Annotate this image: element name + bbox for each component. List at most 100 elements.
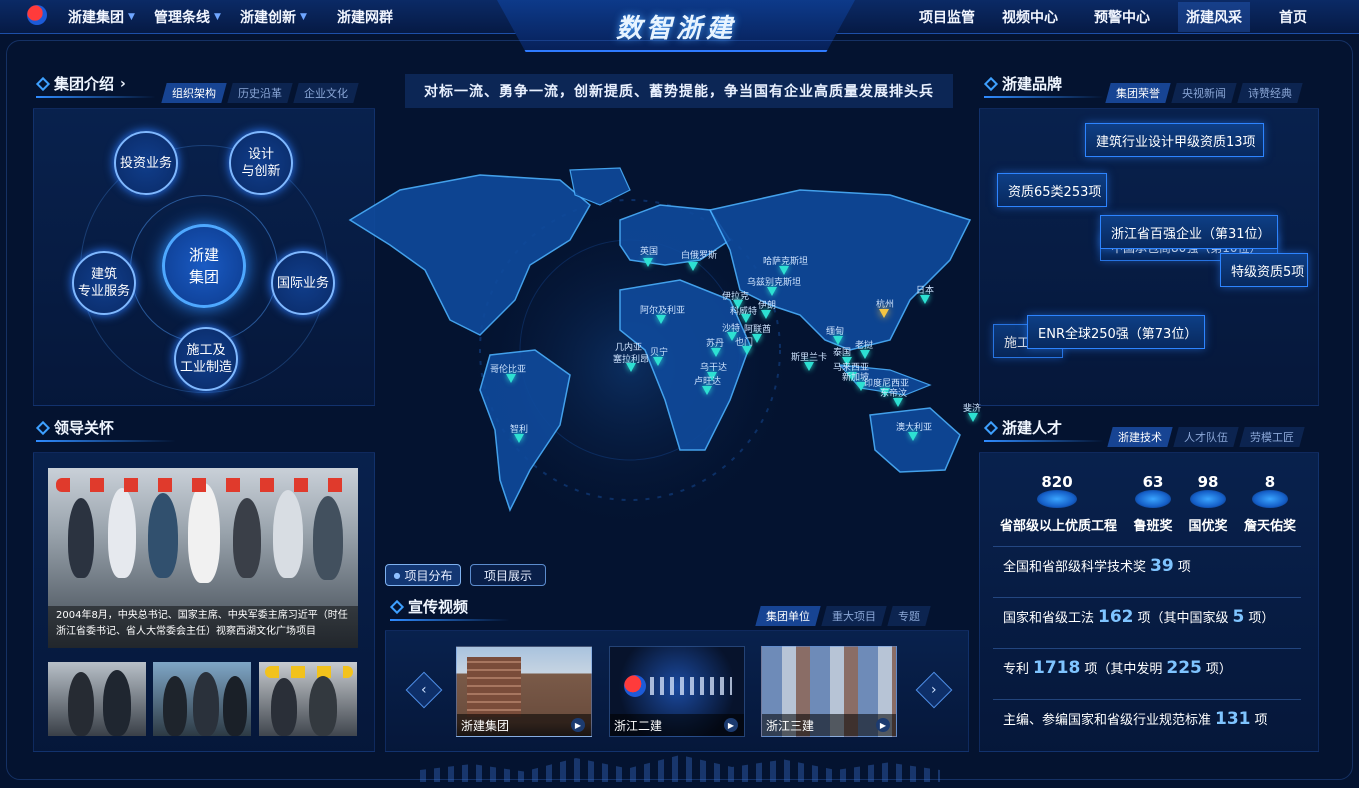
section-underline xyxy=(36,440,176,442)
leadership-title: 领导关怀 xyxy=(35,417,114,438)
nav-item-3[interactable]: 浙建网群 xyxy=(337,6,393,28)
diamond-icon xyxy=(389,599,405,614)
org-node-international[interactable]: 国际业务 xyxy=(271,251,335,315)
section-underline xyxy=(984,96,1104,98)
video-card[interactable]: 浙江二建 ▶ xyxy=(609,646,745,737)
leadership-caption: 2004年8月，中央总书记、国家主席、中央军委主席习近平（时任浙江省委书记、省人… xyxy=(48,606,358,648)
map-pin[interactable] xyxy=(968,413,978,422)
map-pin[interactable] xyxy=(779,266,789,275)
org-node-professional[interactable]: 建筑 专业服务 xyxy=(72,251,136,315)
map-pin[interactable] xyxy=(626,363,636,372)
chevron-right-icon[interactable]: › xyxy=(120,76,126,92)
map-pin[interactable] xyxy=(893,398,903,407)
brand-tag[interactable]: ENR全球250强（第73位） xyxy=(1027,315,1205,349)
brand-tag[interactable]: 建筑行业设计甲级资质13项 xyxy=(1085,123,1264,157)
award-value: 8 xyxy=(1264,473,1276,491)
person-shape xyxy=(188,483,220,583)
section-underline xyxy=(984,440,1104,442)
map-pin[interactable] xyxy=(761,310,771,319)
person-shape xyxy=(233,498,261,578)
bottom-skyline xyxy=(420,755,940,782)
map-pin[interactable] xyxy=(653,357,663,366)
tab-history[interactable]: 历史沿革 xyxy=(227,83,293,103)
map-pin[interactable] xyxy=(702,386,712,395)
slogan-banner: 对标一流、勇争一流，创新提质、蓄势提能，争当国有企业高质量发展排头兵 xyxy=(405,74,953,108)
nav-item-home[interactable]: 首页 xyxy=(1279,6,1307,28)
map-pin[interactable] xyxy=(711,348,721,357)
map-pin[interactable] xyxy=(514,434,524,443)
play-icon[interactable]: ▶ xyxy=(724,718,738,732)
map-pin[interactable] xyxy=(920,295,930,304)
leadership-thumb-1[interactable] xyxy=(48,662,146,736)
leadership-thumb-2[interactable] xyxy=(153,662,251,736)
tab-talent-team[interactable]: 人才队伍 xyxy=(1173,427,1239,447)
page-title: 数智浙建 xyxy=(615,14,736,44)
person-shape xyxy=(68,672,94,736)
tab-craftsmen[interactable]: 劳模工匠 xyxy=(1239,427,1305,447)
diamond-icon xyxy=(35,420,51,435)
project-showcase-button[interactable]: 项目展示 xyxy=(470,564,546,586)
map-pin[interactable] xyxy=(767,287,777,296)
nav-item-0[interactable]: 浙建集团 ▼ xyxy=(68,6,135,28)
nav-item-warning[interactable]: 预警中心 xyxy=(1094,6,1150,28)
promo-video-tabs: 集团单位 重大项目 专题 xyxy=(755,606,931,626)
tab-topics[interactable]: 专题 xyxy=(887,606,931,626)
brand-tabs: 集团荣誉 央视新闻 诗赞经典 xyxy=(1105,83,1303,103)
project-distribution-button[interactable]: ● 项目分布 xyxy=(385,564,461,586)
diamond-icon xyxy=(983,76,999,91)
org-node-investment[interactable]: 投资业务 xyxy=(114,131,178,195)
map-pin[interactable] xyxy=(506,374,516,383)
org-center-node[interactable]: 浙建 集团 xyxy=(162,224,246,308)
chevron-right-icon: › xyxy=(931,681,937,698)
stat-row: 专利 1718 项（其中发明 225 项） xyxy=(993,648,1301,686)
award-pedestal xyxy=(1190,490,1226,508)
brand-tag[interactable]: 资质65类253项 xyxy=(997,173,1107,207)
map-pin-hq[interactable] xyxy=(879,309,889,318)
tab-major-projects[interactable]: 重大项目 xyxy=(821,606,887,626)
section-underline xyxy=(36,96,156,98)
map-pin[interactable] xyxy=(860,350,870,359)
play-icon[interactable]: ▶ xyxy=(571,718,585,732)
map-pin[interactable] xyxy=(688,262,698,271)
person-shape xyxy=(103,670,131,736)
video-card[interactable]: 浙江三建 ▶ xyxy=(761,646,897,737)
video-card[interactable]: 浙建集团 ▶ xyxy=(456,646,592,737)
nav-item-1[interactable]: 管理条线 ▼ xyxy=(154,6,221,28)
leadership-thumb-3[interactable] xyxy=(259,662,357,736)
nav-item-video[interactable]: 视频中心 xyxy=(1002,6,1058,28)
tab-org[interactable]: 组织架构 xyxy=(161,83,227,103)
map-pin[interactable] xyxy=(752,334,762,343)
tab-cctv-news[interactable]: 央视新闻 xyxy=(1171,83,1237,103)
nav-item-style[interactable]: 浙建风采 xyxy=(1178,2,1250,32)
tab-tech[interactable]: 浙建技术 xyxy=(1107,427,1173,447)
hard-hat-shape xyxy=(56,478,356,492)
world-map xyxy=(348,167,972,520)
video-label: 浙建集团 xyxy=(461,718,510,733)
tab-group-units[interactable]: 集团单位 xyxy=(755,606,821,626)
tab-culture[interactable]: 企业文化 xyxy=(293,83,359,103)
map-pin[interactable] xyxy=(833,336,843,345)
brand-tag[interactable]: 特级资质5项 xyxy=(1220,253,1308,287)
map-pin[interactable] xyxy=(656,315,666,324)
person-shape xyxy=(223,676,247,736)
award-pedestal xyxy=(1037,490,1077,508)
brand-tag[interactable]: 浙江省百强企业（第31位） xyxy=(1100,215,1278,249)
person-shape xyxy=(193,672,219,736)
nav-item-monitor[interactable]: 项目监管 xyxy=(919,6,975,28)
nav-item-2[interactable]: 浙建创新 ▼ xyxy=(240,6,307,28)
map-pin[interactable] xyxy=(643,258,653,267)
org-node-construction[interactable]: 施工及 工业制造 xyxy=(174,327,238,391)
section-underline xyxy=(390,619,510,621)
map-pin[interactable] xyxy=(908,432,918,441)
map-pin[interactable] xyxy=(742,346,752,355)
org-node-design[interactable]: 设计 与创新 xyxy=(229,131,293,195)
tab-honors[interactable]: 集团荣誉 xyxy=(1105,83,1171,103)
stat-row: 主编、参编国家和省级行业规范标准 131 项 xyxy=(993,699,1301,737)
award-label: 国优奖 xyxy=(1188,519,1228,534)
tab-poems[interactable]: 诗赞经典 xyxy=(1237,83,1303,103)
hard-hat-shape xyxy=(265,666,353,678)
play-icon[interactable]: ▶ xyxy=(876,718,890,732)
map-pin[interactable] xyxy=(804,362,814,371)
diamond-icon xyxy=(983,420,999,435)
stat-row: 国家和省级工法 162 项（其中国家级 5 项） xyxy=(993,597,1301,635)
